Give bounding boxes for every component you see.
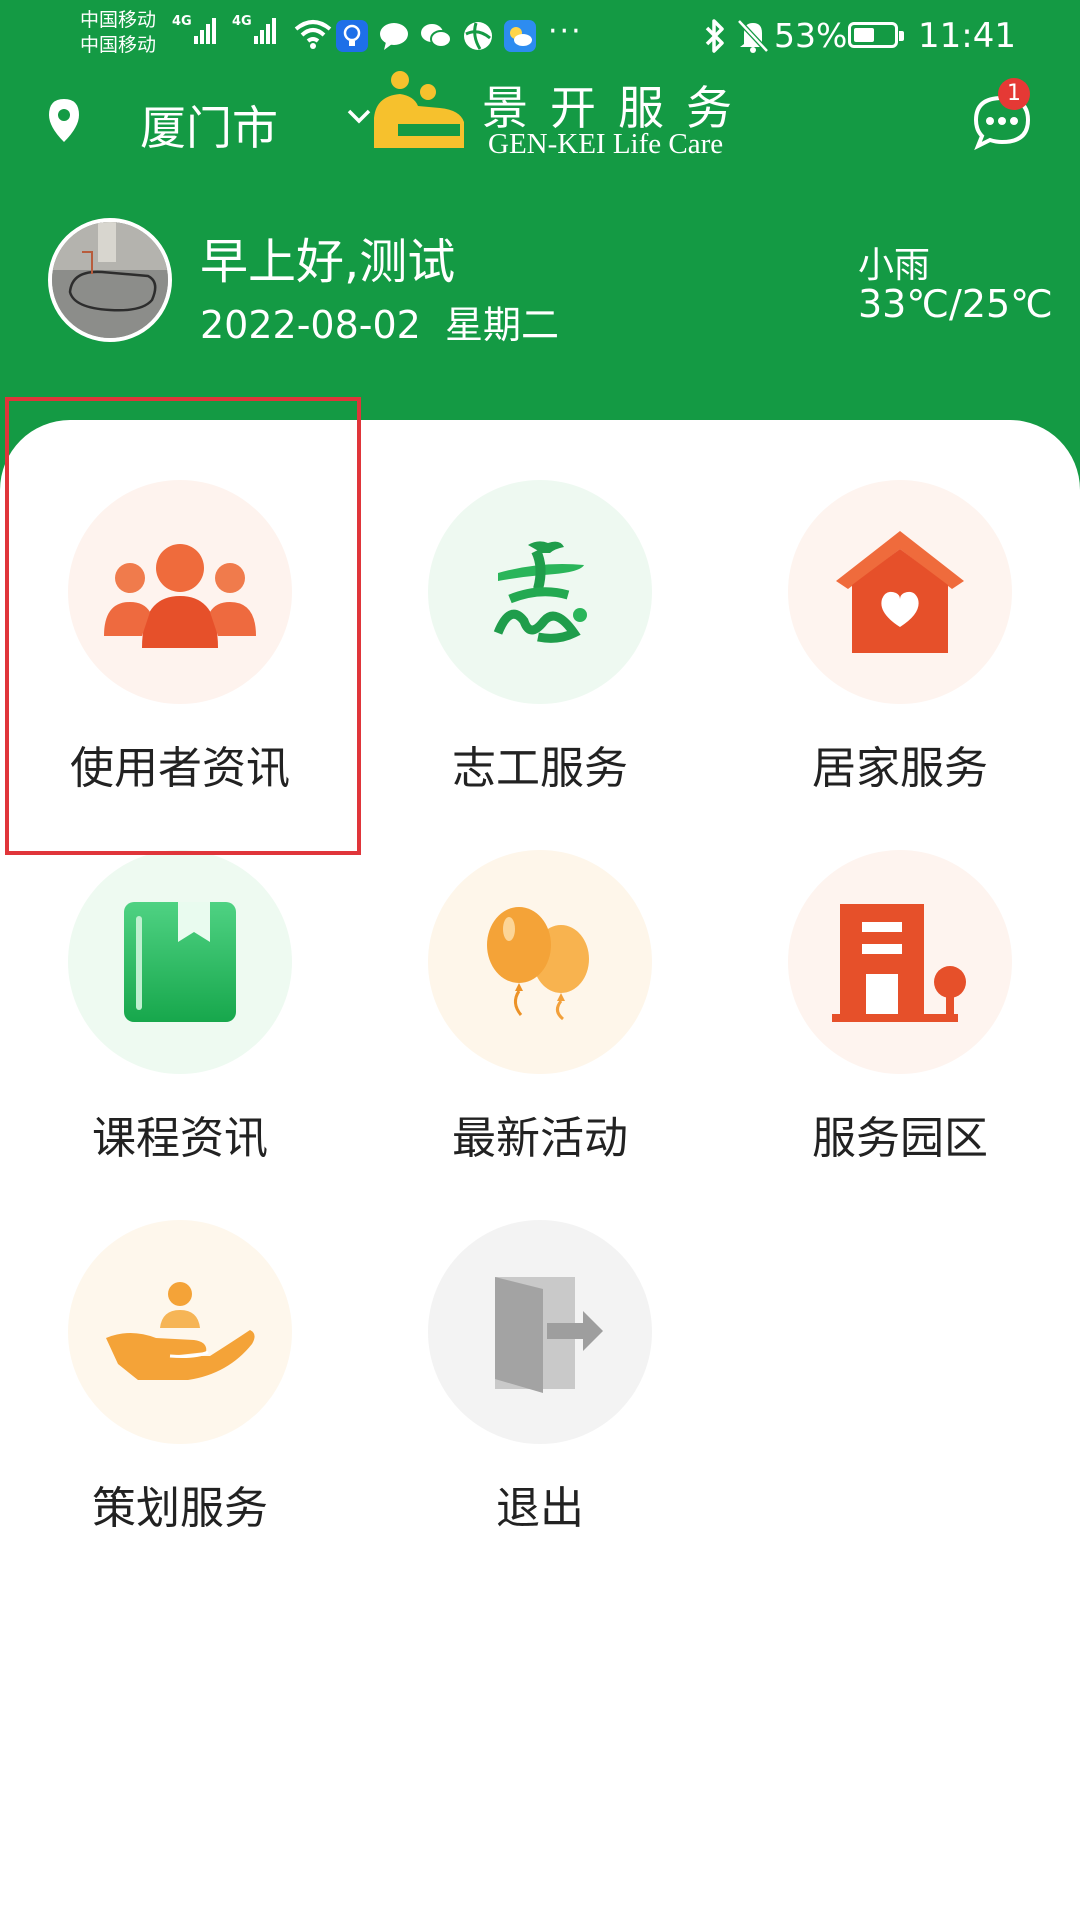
brand-name-en: GEN-KEI Life Care bbox=[488, 128, 724, 160]
battery-icon bbox=[848, 22, 904, 48]
brand-logo-icon bbox=[374, 71, 464, 148]
more-notifications-icon: ··· bbox=[548, 14, 583, 49]
weather-condition: 小雨 bbox=[858, 245, 931, 286]
city-selector[interactable]: 厦门市 bbox=[140, 92, 278, 158]
wifi-icon bbox=[294, 20, 332, 49]
menu-label: 策划服务 bbox=[92, 1483, 268, 1534]
menu-label: 最新活动 bbox=[452, 1113, 628, 1164]
menu-label: 居家服务 bbox=[812, 743, 988, 794]
weather-app-icon bbox=[504, 20, 536, 52]
status-bar: 中国移动 中国移动 4G 4G ··· 53% 11:41 bbox=[0, 0, 1080, 76]
date-line: 2022-08-02 星期二 bbox=[200, 294, 559, 349]
weekday-text: 星期二 bbox=[445, 303, 560, 347]
location-pin-icon[interactable] bbox=[44, 96, 84, 146]
weather-temperature: 33℃/25℃ bbox=[858, 282, 1053, 326]
highlight-box bbox=[5, 397, 361, 855]
avatar[interactable] bbox=[48, 218, 172, 342]
home-heart-icon bbox=[788, 480, 1012, 704]
signal-1-icon: 4G bbox=[172, 14, 218, 44]
menu-item-logout[interactable]: 退出 bbox=[360, 1160, 720, 1534]
message-badge: 1 bbox=[998, 78, 1030, 110]
menu-label: 服务园区 bbox=[812, 1113, 988, 1164]
menu-item-latest-events[interactable]: 最新活动 bbox=[360, 790, 720, 1164]
menu-label: 退出 bbox=[496, 1483, 584, 1534]
exit-door-icon bbox=[428, 1220, 652, 1444]
browser-app-icon bbox=[464, 22, 492, 50]
menu-item-service-park[interactable]: 服务园区 bbox=[720, 790, 1080, 1164]
bulb-app-icon bbox=[336, 20, 368, 52]
menu-item-home-service[interactable]: 居家服务 bbox=[720, 420, 1080, 794]
menu-item-planning-service[interactable]: 策划服务 bbox=[0, 1160, 360, 1534]
volunteer-icon bbox=[428, 480, 652, 704]
carrier-2: 中国移动 bbox=[80, 34, 157, 56]
chevron-down-icon[interactable] bbox=[346, 108, 372, 126]
menu-item-volunteer[interactable]: 志工服务 bbox=[360, 420, 720, 794]
menu-label: 志工服务 bbox=[452, 743, 628, 794]
message-app-icon bbox=[380, 23, 408, 50]
bluetooth-icon bbox=[705, 19, 724, 53]
building-icon bbox=[788, 850, 1012, 1074]
signal-2-icon: 4G bbox=[232, 14, 278, 44]
book-icon bbox=[68, 850, 292, 1074]
wechat-icon bbox=[421, 24, 452, 48]
greeting-text: 早上好,测试 bbox=[200, 234, 456, 290]
balloons-icon bbox=[428, 850, 652, 1074]
hand-service-icon bbox=[68, 1220, 292, 1444]
mute-bell-icon bbox=[737, 19, 769, 53]
clock: 11:41 bbox=[918, 16, 1016, 56]
battery-percentage: 53% bbox=[774, 16, 848, 55]
carrier-1: 中国移动 bbox=[80, 9, 157, 31]
date-text: 2022-08-02 bbox=[200, 303, 421, 347]
menu-label: 课程资讯 bbox=[92, 1113, 268, 1164]
carrier-names: 中国移动 中国移动 bbox=[80, 8, 156, 58]
